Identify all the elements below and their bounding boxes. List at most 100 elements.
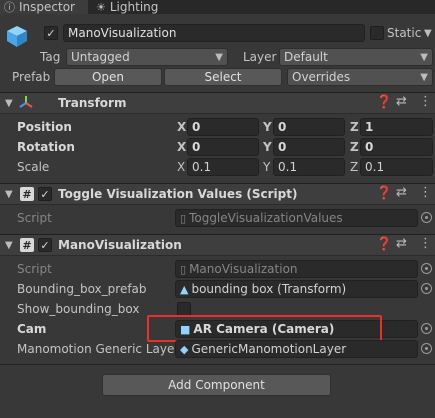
rotation-y-field[interactable]: 0 [273,138,345,156]
divider [0,364,435,365]
static-checkbox[interactable] [370,26,384,40]
scale-z-value: 0.1 [365,160,385,174]
toggle-enabled-checkbox[interactable]: ✓ [38,187,52,201]
preset-icon[interactable]: ⇄ [396,185,407,200]
layer-value: Default [284,50,328,64]
mano-enabled-checkbox[interactable]: ✓ [38,238,52,252]
scale-x-value: 0.1 [192,160,212,174]
show-bounding-box-label: Show_bounding_box [17,302,140,316]
object-picker-icon[interactable] [421,283,432,294]
toggle-script-label: Script [17,211,52,225]
position-y-field[interactable]: 0 [273,118,345,136]
mano-component-title: ManoVisualization [58,238,182,252]
bounding-box-prefab-field[interactable]: ▲ bounding box (Transform) [175,280,418,298]
layer-label: Layer [243,50,277,64]
info-icon: ⓘ [4,1,15,14]
mano-foldout-arrow[interactable]: ▼ [5,240,13,251]
gameobject-cube-icon [5,24,29,48]
active-checkbox[interactable]: ✓ [44,26,58,40]
chevron-down-icon: ▼ [420,71,428,83]
transform-foldout-arrow[interactable]: ▼ [5,98,13,109]
tab-lighting[interactable]: ☀ Lighting [92,0,182,14]
mano-script-label: Script [17,262,52,276]
context-menu-icon[interactable]: ⋮ [419,185,432,200]
show-bounding-box-checkbox[interactable] [177,302,191,316]
rotation-z-value: 0 [365,140,374,154]
position-x-axis-label[interactable]: X [177,120,186,134]
static-label: Static [387,26,422,40]
object-picker-icon[interactable] [421,263,432,274]
object-picker-icon[interactable] [421,323,432,334]
tab-inspector-label: Inspector [19,0,75,14]
prefab-select-button[interactable]: Select [164,68,282,86]
add-component-button[interactable]: Add Component [102,374,331,396]
toggle-foldout-arrow[interactable]: ▼ [5,189,13,200]
chevron-down-icon: ▼ [215,51,223,63]
toggle-component-title: Toggle Visualization Values (Script) [58,187,298,201]
lighting-icon: ☀ [96,0,106,14]
mano-script-field: ▯ ManoVisualization [175,260,418,278]
rotation-z-field[interactable]: 0 [360,138,433,156]
chevron-down-icon: ▼ [420,51,428,63]
prefab-overrides-dropdown[interactable]: Overrides ▼ [287,68,433,86]
object-name-text: ManoVisualization [68,26,177,40]
preset-icon[interactable]: ⇄ [396,94,407,109]
preset-icon[interactable]: ⇄ [396,236,407,251]
generic-layer-label: Manomotion Generic Layer [17,342,180,356]
transform-title: Transform [58,96,127,110]
toggle-script-value: ToggleVisualizationValues [189,211,343,225]
script-file-icon: ▯ [180,211,187,225]
object-name-field[interactable]: ManoVisualization [63,24,365,42]
position-z-axis-label[interactable]: Z [350,120,359,134]
script-icon: # [20,238,34,252]
tab-lighting-label: Lighting [109,0,159,14]
tag-value: Untagged [71,50,130,64]
help-icon[interactable]: ❓ [376,95,392,110]
rotation-label: Rotation [17,140,75,154]
prefab-label: Prefab [12,70,51,84]
position-label: Position [17,120,72,134]
bounding-box-prefab-value: bounding box (Transform) [191,282,347,296]
position-y-value: 0 [278,120,287,134]
context-menu-icon[interactable]: ⋮ [419,236,432,251]
script-ref-icon: ◆ [180,342,189,356]
generic-layer-field[interactable]: ◆ GenericManomotionLayer [175,340,418,358]
help-icon[interactable]: ❓ [376,186,392,201]
scale-x-axis-label[interactable]: X [177,160,185,174]
script-file-icon: ▯ [180,262,187,276]
rotation-y-axis-label[interactable]: Y [263,140,272,154]
scale-y-axis-label[interactable]: Y [263,160,270,174]
rotation-x-axis-label[interactable]: X [177,140,186,154]
rotation-y-value: 0 [278,140,287,154]
scale-x-field[interactable]: 0.1 [187,158,259,176]
position-z-field[interactable]: 1 [360,118,433,136]
tag-dropdown[interactable]: Untagged ▼ [66,48,228,66]
transform-ref-icon: ▲ [180,282,189,296]
position-x-value: 0 [192,120,201,134]
scale-z-axis-label[interactable]: Z [350,160,358,174]
scale-label: Scale [17,160,50,174]
position-y-axis-label[interactable]: Y [263,120,272,134]
prefab-open-button[interactable]: Open [54,68,162,86]
overrides-value: Overrides [292,70,351,84]
generic-layer-value: GenericManomotionLayer [191,342,347,356]
transform-icon [18,95,34,111]
context-menu-icon[interactable]: ⋮ [419,94,432,109]
rotation-x-value: 0 [192,140,201,154]
object-picker-icon[interactable] [421,343,432,354]
highlight-box [147,315,382,342]
rotation-x-field[interactable]: 0 [187,138,259,156]
rotation-z-axis-label[interactable]: Z [350,140,359,154]
help-icon[interactable]: ❓ [376,237,392,252]
layer-dropdown[interactable]: Default ▼ [279,48,433,66]
scale-y-field[interactable]: 0.1 [273,158,345,176]
scale-z-field[interactable]: 0.1 [360,158,433,176]
position-x-field[interactable]: 0 [187,118,259,136]
position-z-value: 1 [365,120,374,134]
mano-script-value: ManoVisualization [189,262,298,276]
tab-inspector[interactable]: ⓘ Inspector [0,0,88,14]
cam-label: Cam [17,322,47,336]
static-dropdown-arrow[interactable]: ▼ [424,28,432,39]
script-icon: # [20,187,34,201]
object-picker-icon[interactable] [421,212,432,223]
